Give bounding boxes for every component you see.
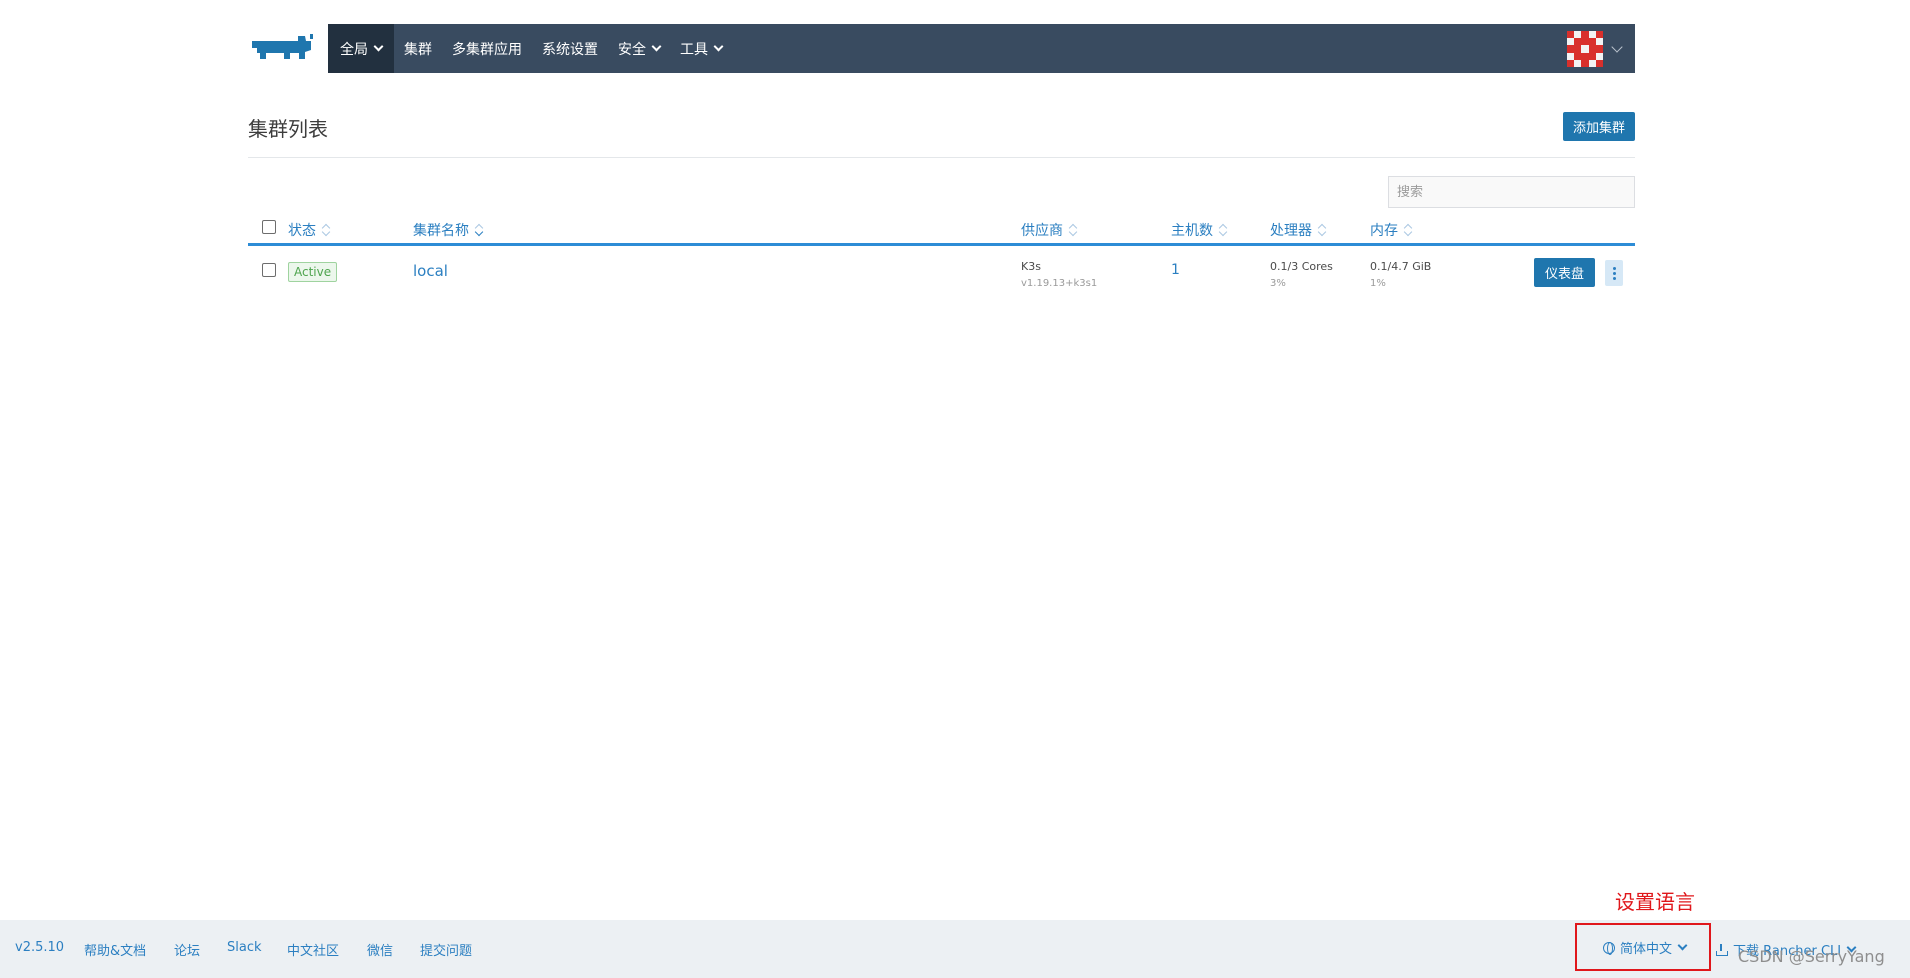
top-header: 全局 集群 多集群应用 系统设置 安全 工具 (248, 24, 1635, 73)
row-checkbox[interactable] (262, 263, 276, 277)
nav-multi-cluster-apps[interactable]: 多集群应用 (442, 24, 532, 73)
table-header: 状态 集群名称 供应商 主机数 处理器 内存 (248, 218, 1635, 246)
column-header-name[interactable]: 集群名称 (413, 220, 483, 240)
footer-link-report-issue[interactable]: 提交问题 (420, 940, 472, 959)
sort-icon (1069, 224, 1077, 236)
sort-icon (1404, 224, 1412, 236)
column-header-label: 主机数 (1171, 223, 1213, 239)
nav-security-label: 安全 (618, 41, 646, 58)
column-header-cpu[interactable]: 处理器 (1270, 220, 1326, 240)
nav-settings-label: 系统设置 (542, 41, 598, 58)
footer-link-forum[interactable]: 论坛 (174, 940, 200, 959)
memory-percent: 1% (1370, 278, 1386, 289)
column-header-label: 供应商 (1021, 223, 1063, 239)
chevron-down-icon (713, 41, 724, 52)
chevron-down-icon (1611, 40, 1623, 53)
kebab-dot (1612, 276, 1616, 280)
nav-global-label: 全局 (340, 41, 368, 58)
nav-clusters[interactable]: 集群 (394, 24, 442, 73)
main-nav: 全局 集群 多集群应用 系统设置 安全 工具 (328, 24, 1635, 73)
cpu-usage: 0.1/3 Cores (1270, 260, 1333, 273)
add-cluster-button[interactable]: 添加集群 (1562, 112, 1635, 141)
sort-icon (1219, 224, 1227, 236)
nav-global[interactable]: 全局 (328, 24, 394, 73)
select-all-checkbox[interactable] (262, 220, 276, 234)
footer-link-help-docs[interactable]: 帮助&文档 (84, 940, 146, 959)
column-header-hosts[interactable]: 主机数 (1171, 220, 1227, 240)
more-actions-button[interactable] (1605, 260, 1623, 286)
page-title: 集群列表 (248, 117, 328, 141)
column-header-state[interactable]: 状态 (288, 220, 330, 240)
nav-multi-cluster-apps-label: 多集群应用 (452, 41, 522, 58)
chevron-down-icon (373, 41, 384, 52)
footer-link-wechat[interactable]: 微信 (367, 940, 393, 959)
version-link[interactable]: v2.5.10 (15, 940, 64, 955)
nav-security[interactable]: 安全 (608, 24, 670, 73)
column-header-label: 状态 (288, 223, 316, 239)
column-header-label: 处理器 (1270, 223, 1312, 239)
footer-link-slack[interactable]: Slack (227, 940, 262, 955)
avatar (1567, 31, 1603, 67)
footer-link-chinese-community[interactable]: 中文社区 (287, 940, 339, 959)
rancher-cow-icon (252, 33, 313, 59)
hosts-count-link[interactable]: 1 (1171, 262, 1180, 278)
nav-tools-label: 工具 (680, 41, 708, 58)
search-input[interactable] (1388, 176, 1635, 208)
divider (248, 157, 1635, 158)
nav-tools[interactable]: 工具 (670, 24, 732, 73)
annotation-label: 设置语言 (1615, 890, 1695, 914)
chevron-down-icon (651, 41, 662, 52)
column-header-label: 内存 (1370, 223, 1398, 239)
cpu-percent: 3% (1270, 278, 1286, 289)
provider-version: v1.19.13+k3s1 (1021, 278, 1098, 289)
provider-name: K3s (1021, 260, 1041, 273)
status-badge: Active (288, 262, 338, 282)
nav-clusters-label: 集群 (404, 41, 432, 58)
nav-settings[interactable]: 系统设置 (532, 24, 608, 73)
download-icon (1716, 943, 1728, 956)
cluster-name-link[interactable]: local (413, 262, 448, 280)
column-header-label: 集群名称 (413, 223, 469, 239)
sort-icon (475, 224, 483, 236)
column-header-provider[interactable]: 供应商 (1021, 220, 1077, 240)
watermark: CSDN @SerryYang (1738, 947, 1885, 966)
table-row: Active local K3s v1.19.13+k3s1 1 0.1/3 C… (248, 250, 1635, 296)
kebab-dot (1612, 271, 1616, 275)
memory-usage: 0.1/4.7 GiB (1370, 260, 1432, 273)
sort-icon (322, 224, 330, 236)
rancher-logo[interactable] (248, 24, 328, 73)
user-menu[interactable] (1567, 31, 1623, 67)
annotation-highlight-box (1575, 923, 1711, 971)
column-header-memory[interactable]: 内存 (1370, 220, 1412, 240)
dashboard-button[interactable]: 仪表盘 (1534, 258, 1596, 287)
sort-icon (1318, 224, 1326, 236)
kebab-dot (1612, 266, 1616, 270)
